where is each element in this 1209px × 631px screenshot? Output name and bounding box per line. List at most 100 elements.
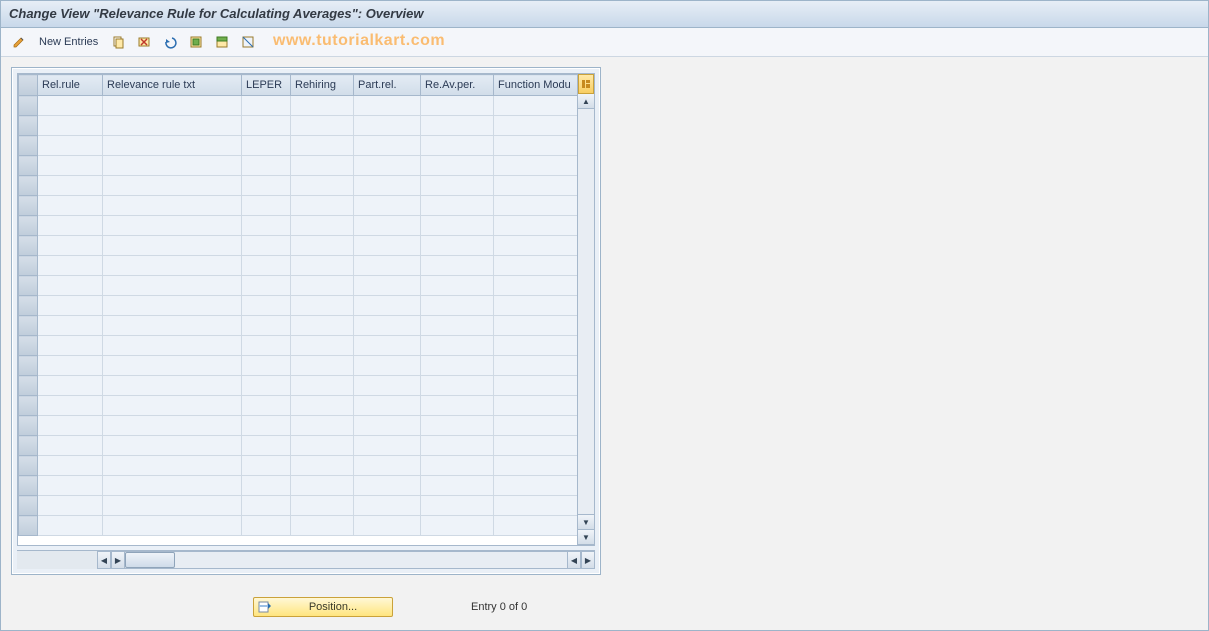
column-header[interactable]: Part.rel. [354,75,421,96]
cell[interactable] [494,336,579,356]
cell[interactable] [421,356,494,376]
cell[interactable] [354,176,421,196]
cell[interactable] [103,96,242,116]
cell[interactable] [38,156,103,176]
cell[interactable] [421,256,494,276]
cell[interactable] [103,196,242,216]
column-header[interactable]: Rel.rule [38,75,103,96]
cell[interactable] [354,256,421,276]
cell[interactable] [38,496,103,516]
cell[interactable] [242,296,291,316]
vscroll-track[interactable] [578,109,594,514]
row-selector[interactable] [19,376,38,396]
cell[interactable] [421,516,494,536]
table-row[interactable] [19,216,579,236]
cell[interactable] [421,176,494,196]
cell[interactable] [354,496,421,516]
table-row[interactable] [19,136,579,156]
row-selector[interactable] [19,96,38,116]
scroll-left-icon[interactable]: ◀ [97,551,111,569]
cell[interactable] [242,396,291,416]
row-selector[interactable] [19,416,38,436]
cell[interactable] [242,176,291,196]
row-selector[interactable] [19,516,38,536]
cell[interactable] [103,436,242,456]
cell[interactable] [291,136,354,156]
cell[interactable] [291,516,354,536]
table-row[interactable] [19,96,579,116]
cell[interactable] [38,236,103,256]
cell[interactable] [291,256,354,276]
cell[interactable] [242,436,291,456]
cell[interactable] [242,216,291,236]
cell[interactable] [494,356,579,376]
scroll-down2-icon[interactable]: ▼ [578,529,594,545]
cell[interactable] [494,176,579,196]
cell[interactable] [38,196,103,216]
cell[interactable] [242,376,291,396]
cell[interactable] [354,416,421,436]
row-selector[interactable] [19,336,38,356]
cell[interactable] [38,476,103,496]
cell[interactable] [291,396,354,416]
cell[interactable] [103,236,242,256]
table-row[interactable] [19,156,579,176]
cell[interactable] [291,156,354,176]
cell[interactable] [494,456,579,476]
horizontal-scrollbar[interactable]: ◀ ▶ ◀ ▶ [17,550,595,569]
cell[interactable] [354,336,421,356]
table-row[interactable] [19,116,579,136]
cell[interactable] [354,196,421,216]
column-header[interactable]: Rehiring [291,75,354,96]
cell[interactable] [421,116,494,136]
cell[interactable] [242,276,291,296]
cell[interactable] [291,456,354,476]
table-row[interactable] [19,456,579,476]
table-row[interactable] [19,236,579,256]
row-selector[interactable] [19,436,38,456]
cell[interactable] [38,356,103,376]
cell[interactable] [494,136,579,156]
table-row[interactable] [19,496,579,516]
cell[interactable] [421,136,494,156]
cell[interactable] [421,416,494,436]
cell[interactable] [242,336,291,356]
cell[interactable] [421,276,494,296]
cell[interactable] [354,236,421,256]
cell[interactable] [291,216,354,236]
cell[interactable] [291,416,354,436]
row-selector[interactable] [19,156,38,176]
cell[interactable] [103,356,242,376]
cell[interactable] [354,96,421,116]
row-selector[interactable] [19,456,38,476]
cell[interactable] [38,256,103,276]
table-row[interactable] [19,276,579,296]
table-row[interactable] [19,256,579,276]
cell[interactable] [421,236,494,256]
select-all-icon[interactable] [186,32,206,52]
row-selector[interactable] [19,256,38,276]
cell[interactable] [354,116,421,136]
cell[interactable] [38,276,103,296]
row-selector[interactable] [19,276,38,296]
row-selector[interactable] [19,396,38,416]
row-selector[interactable] [19,236,38,256]
cell[interactable] [291,236,354,256]
cell[interactable] [291,336,354,356]
cell[interactable] [38,216,103,236]
cell[interactable] [103,416,242,436]
cell[interactable] [354,156,421,176]
cell[interactable] [354,476,421,496]
table-row[interactable] [19,516,579,536]
cell[interactable] [421,436,494,456]
cell[interactable] [354,316,421,336]
scroll-right-icon[interactable]: ▶ [581,551,595,569]
table-row[interactable] [19,396,579,416]
scroll-left2-icon[interactable]: ◀ [567,551,581,569]
copy-icon[interactable] [108,32,128,52]
column-header[interactable]: LEPER [242,75,291,96]
cell[interactable] [242,196,291,216]
cell[interactable] [38,416,103,436]
cell[interactable] [421,156,494,176]
table-row[interactable] [19,336,579,356]
